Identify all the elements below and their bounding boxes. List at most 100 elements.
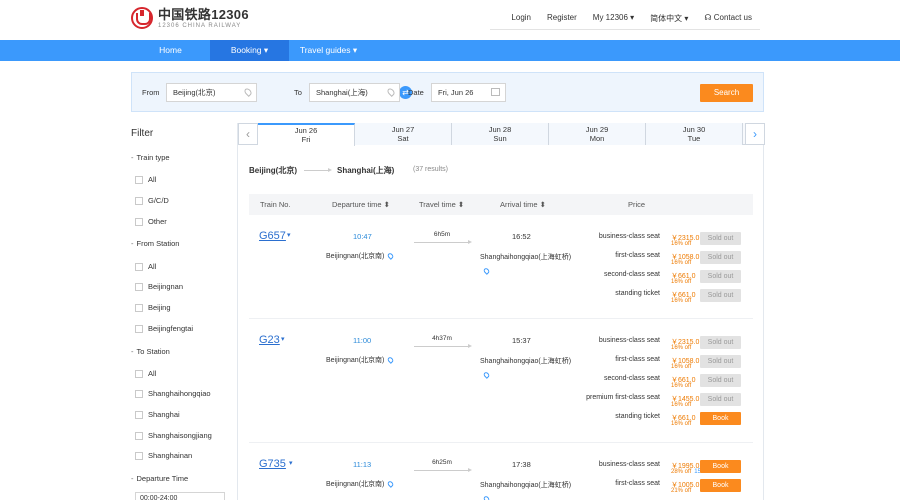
checkbox[interactable] — [135, 217, 143, 226]
my-12306-menu[interactable]: My 12306 ▾ — [585, 13, 642, 24]
calendar-icon — [491, 88, 500, 96]
date-tabs: ‹ Jun 26 Fri Jun 27 Sat Jun 28 Sun Jun 29 Mo… — [238, 123, 765, 146]
header-links: Login Register My 12306 ▾ 简体中文 ▾ ☊ Conta… — [503, 13, 760, 24]
date-tab[interactable]: Jun 29 Mon — [549, 123, 646, 145]
results-count: (37 results) — [413, 166, 449, 173]
seat-option: business-class seat ￥1995.0 28% off15 le… — [553, 460, 753, 479]
language-menu[interactable]: 简体中文 ▾ — [642, 13, 696, 24]
chevron-down-icon[interactable]: ▾ — [289, 459, 293, 467]
nav-travel-guides[interactable]: Travel guides ▾ — [289, 40, 368, 61]
seat-option: first-class seat ￥1005.0 21% off Book — [553, 479, 753, 498]
date-tab[interactable]: Jun 26 Fri — [258, 123, 355, 146]
train-number[interactable]: G735 — [259, 458, 286, 470]
seat-option: standing ticket ￥661.0 16% off Sold out — [553, 289, 753, 308]
filter-option[interactable]: Beijing — [135, 303, 171, 312]
checkbox[interactable] — [135, 369, 143, 378]
departure-station: Beijingnan(北京南) — [326, 251, 395, 261]
contact-us-link[interactable]: ☊ Contact us — [696, 13, 760, 24]
from-label: From — [142, 88, 160, 97]
logo[interactable]: 中国铁路12306 12306 CHINA RAILWAY — [131, 7, 249, 29]
filter-from-station-title: From Station — [131, 239, 180, 248]
duration-arrow-icon — [414, 344, 472, 348]
book-button[interactable]: Book — [700, 412, 741, 425]
login-link[interactable]: Login — [503, 13, 539, 24]
departure-time-select[interactable]: 00:00-24:00 — [135, 492, 225, 500]
main-nav: Home Booking ▾ Travel guides ▾ — [0, 40, 900, 61]
col-departure[interactable]: Departure time ⬍ — [332, 200, 390, 209]
train-row: G23 ▾ 11:00 Beijingnan(北京南) 4h37m 15:37 … — [249, 320, 753, 443]
departure-time: 10:47 — [353, 232, 372, 241]
to-label: To — [294, 88, 302, 97]
location-pin-icon[interactable] — [386, 356, 395, 365]
next-date-chevron-icon[interactable]: › — [745, 123, 765, 145]
filter-option[interactable]: Other — [135, 217, 167, 226]
filter-option[interactable]: Shanghainan — [135, 451, 192, 460]
book-button[interactable]: Book — [700, 479, 741, 492]
location-pin-icon[interactable] — [482, 267, 491, 276]
travel-time: 4h37m — [432, 335, 452, 342]
checkbox[interactable] — [135, 451, 143, 460]
filter-option[interactable]: Shanghai — [135, 410, 180, 419]
railway-logo-icon — [131, 7, 153, 29]
seat-option: business-class seat ￥2315.0 16% off Sold… — [553, 232, 753, 251]
filter-option[interactable]: Shanghaihongqiao — [135, 389, 211, 398]
seat-option: first-class seat ￥1058.0 16% off Sold ou… — [553, 355, 753, 374]
book-button[interactable]: Book — [700, 460, 741, 473]
to-input[interactable]: Shanghai(上海) — [309, 83, 400, 102]
train-number[interactable]: G23 — [259, 334, 280, 346]
filter-option[interactable]: Shanghaisongjiang — [135, 431, 212, 440]
date-input[interactable]: Fri, Jun 26 — [431, 83, 506, 102]
checkbox[interactable] — [135, 262, 143, 271]
filter-panel: Filter Train type All G/C/D Other From S… — [131, 128, 231, 500]
from-input[interactable]: Beijing(北京) — [166, 83, 257, 102]
date-label: Date — [408, 88, 424, 97]
checkbox[interactable] — [135, 389, 143, 398]
checkbox[interactable] — [135, 196, 143, 205]
nav-home[interactable]: Home — [131, 40, 210, 61]
checkbox[interactable] — [135, 324, 143, 333]
checkbox[interactable] — [135, 410, 143, 419]
location-pin-icon[interactable] — [482, 371, 491, 380]
checkbox[interactable] — [135, 175, 143, 184]
logo-title: 中国铁路12306 — [158, 6, 249, 22]
checkbox[interactable] — [135, 431, 143, 440]
prev-date-chevron-icon[interactable]: ‹ — [238, 123, 258, 145]
header-divider — [490, 29, 760, 30]
filter-title: Filter — [131, 128, 154, 139]
checkbox[interactable] — [135, 303, 143, 312]
filter-option[interactable]: All — [135, 262, 156, 271]
sold-out-button: Sold out — [700, 270, 741, 283]
location-pin-icon[interactable] — [386, 252, 395, 261]
location-pin-icon[interactable] — [386, 480, 395, 489]
filter-option[interactable]: All — [135, 369, 156, 378]
filter-option[interactable]: All — [135, 175, 156, 184]
register-link[interactable]: Register — [539, 13, 585, 24]
route-from: Beijing(北京) — [249, 166, 297, 175]
search-button[interactable]: Search — [700, 84, 753, 102]
col-travel[interactable]: Travel time ⬍ — [419, 200, 464, 209]
sold-out-button: Sold out — [700, 232, 741, 245]
checkbox[interactable] — [135, 282, 143, 291]
col-price: Price — [628, 200, 646, 209]
train-row: G657 ▾ 10:47 Beijingnan(北京南) 6h5m 16:52 … — [249, 216, 753, 319]
results-panel: ‹ Jun 26 Fri Jun 27 Sat Jun 28 Sun Jun 29 Mo… — [237, 123, 765, 500]
seat-option: second-class seat ￥661.0 16% off Sold ou… — [553, 270, 753, 289]
chevron-down-icon[interactable]: ▾ — [281, 335, 285, 343]
date-tab[interactable]: Jun 28 Sun — [452, 123, 549, 145]
seat-option: first-class seat ￥1058.0 16% off Sold ou… — [553, 251, 753, 270]
travel-time: 6h25m — [432, 459, 452, 466]
filter-option[interactable]: G/C/D — [135, 196, 169, 205]
filter-option[interactable]: Beijingnan — [135, 282, 183, 291]
train-number[interactable]: G657 — [259, 230, 286, 242]
nav-booking[interactable]: Booking ▾ — [210, 40, 289, 61]
date-tab[interactable]: Jun 27 Sat — [355, 123, 452, 145]
date-tab[interactable]: Jun 30 Tue — [646, 123, 743, 145]
col-arrival[interactable]: Arrival time ⬍ — [500, 200, 546, 209]
col-train-no: Train No. — [260, 200, 291, 209]
filter-option[interactable]: Beijingfengtai — [135, 324, 193, 333]
sold-out-button: Sold out — [700, 374, 741, 387]
chevron-down-icon[interactable]: ▾ — [287, 231, 291, 239]
location-pin-icon — [386, 87, 396, 97]
duration-arrow-icon — [414, 468, 472, 472]
location-pin-icon[interactable] — [482, 495, 491, 500]
